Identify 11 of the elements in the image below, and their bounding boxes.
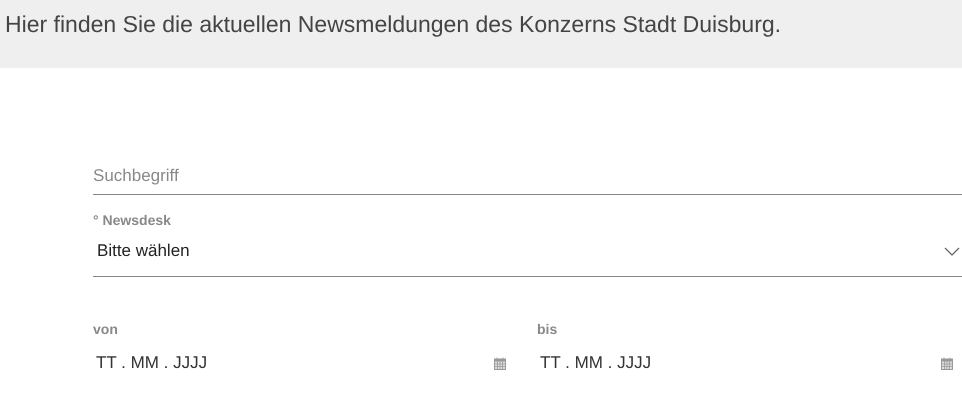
chevron-down-icon (944, 246, 960, 256)
calendar-icon (494, 356, 506, 370)
search-field[interactable]: Suchbegriff (93, 166, 962, 195)
field-label: ° Newsdesk (93, 212, 172, 228)
newsdesk-select[interactable]: Bitte wählen (93, 228, 962, 277)
intro-text: Hier finden Sie die aktuellen Newsmeldungen des Konzerns Stadt Duisburg. (5, 10, 782, 39)
field-label: bis (537, 321, 558, 337)
date-field[interactable]: TT . MM . JJJJ (537, 337, 959, 373)
calendar-icon (941, 356, 953, 370)
field-label: von (93, 321, 119, 337)
date-field[interactable]: TT . MM . JJJJ (93, 337, 512, 373)
